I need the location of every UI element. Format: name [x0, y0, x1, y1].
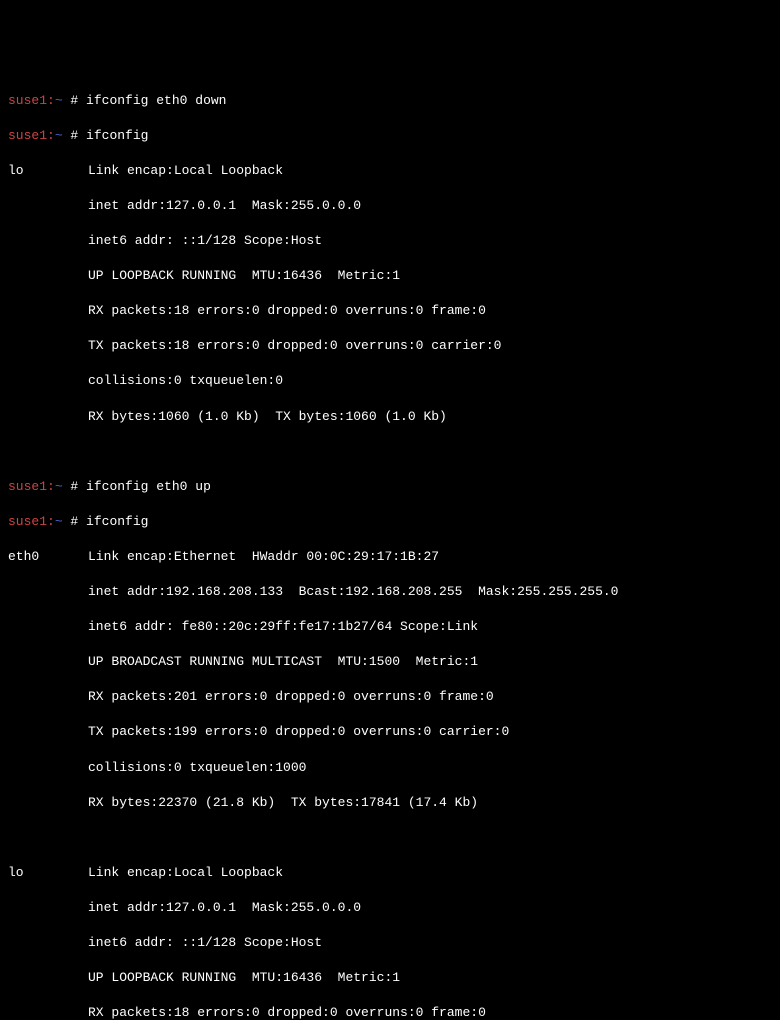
output-text: RX packets:201 errors:0 dropped:0 overru… [8, 688, 772, 706]
output-text: Link encap:Local Loopback [88, 163, 283, 178]
output-text: RX bytes:1060 (1.0 Kb) TX bytes:1060 (1.… [8, 408, 772, 426]
output-text: RX packets:18 errors:0 dropped:0 overrun… [8, 1004, 772, 1020]
output-text: UP BROADCAST RUNNING MULTICAST MTU:1500 … [8, 653, 772, 671]
prompt-line-1[interactable]: suse1:~ # ifconfig eth0 down [8, 92, 772, 110]
prompt-path: ~ [55, 479, 63, 494]
output-text: inet addr:192.168.208.133 Bcast:192.168.… [8, 583, 772, 601]
blank-line [8, 829, 772, 847]
command-text: ifconfig eth0 down [86, 93, 226, 108]
output-text: Link encap:Local Loopback [88, 865, 283, 880]
command-text: ifconfig [86, 128, 148, 143]
prompt-path: ~ [55, 128, 63, 143]
output-text: RX bytes:22370 (21.8 Kb) TX bytes:17841 … [8, 794, 772, 812]
prompt-separator: # [63, 128, 79, 143]
output-text: TX packets:18 errors:0 dropped:0 overrun… [8, 337, 772, 355]
output-text: collisions:0 txqueuelen:0 [8, 372, 772, 390]
interface-name: lo [8, 864, 88, 882]
prompt-line-4[interactable]: suse1:~ # ifconfig [8, 513, 772, 531]
terminal-output: suse1:~ # ifconfig eth0 down suse1:~ # i… [8, 74, 772, 1020]
command-text: ifconfig eth0 up [86, 479, 211, 494]
output-text: UP LOOPBACK RUNNING MTU:16436 Metric:1 [8, 267, 772, 285]
prompt-separator: # [63, 479, 79, 494]
prompt-separator: # [63, 514, 79, 529]
output-text: collisions:0 txqueuelen:1000 [8, 759, 772, 777]
interface-name: lo [8, 162, 88, 180]
ifconfig-output-line: loLink encap:Local Loopback [8, 162, 772, 180]
output-text: RX packets:18 errors:0 dropped:0 overrun… [8, 302, 772, 320]
prompt-host: suse1: [8, 514, 55, 529]
output-text: inet addr:127.0.0.1 Mask:255.0.0.0 [8, 197, 772, 215]
command-text: ifconfig [86, 514, 148, 529]
output-text: Link encap:Ethernet HWaddr 00:0C:29:17:1… [88, 549, 439, 564]
prompt-line-3[interactable]: suse1:~ # ifconfig eth0 up [8, 478, 772, 496]
ifconfig-output-line: eth0Link encap:Ethernet HWaddr 00:0C:29:… [8, 548, 772, 566]
prompt-path: ~ [55, 514, 63, 529]
output-text: inet addr:127.0.0.1 Mask:255.0.0.0 [8, 899, 772, 917]
prompt-host: suse1: [8, 93, 55, 108]
prompt-host: suse1: [8, 479, 55, 494]
prompt-separator: # [63, 93, 79, 108]
prompt-line-2[interactable]: suse1:~ # ifconfig [8, 127, 772, 145]
ifconfig-output-line: loLink encap:Local Loopback [8, 864, 772, 882]
output-text: UP LOOPBACK RUNNING MTU:16436 Metric:1 [8, 969, 772, 987]
prompt-host: suse1: [8, 128, 55, 143]
blank-line [8, 443, 772, 461]
output-text: inet6 addr: fe80::20c:29ff:fe17:1b27/64 … [8, 618, 772, 636]
output-text: inet6 addr: ::1/128 Scope:Host [8, 232, 772, 250]
interface-name: eth0 [8, 548, 88, 566]
prompt-path: ~ [55, 93, 63, 108]
output-text: inet6 addr: ::1/128 Scope:Host [8, 934, 772, 952]
output-text: TX packets:199 errors:0 dropped:0 overru… [8, 723, 772, 741]
